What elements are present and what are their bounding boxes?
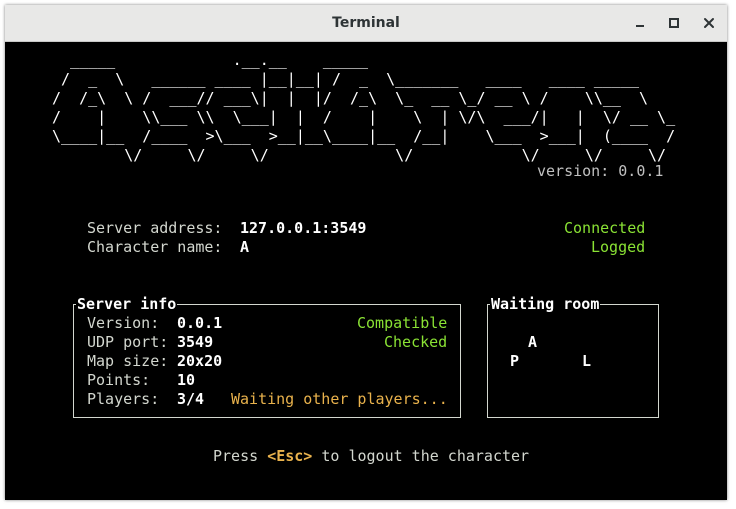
server-address-value: 127.0.0.1:3549 [240,219,367,237]
udp-port-value: 3549 [177,333,214,351]
minimize-icon [636,25,644,27]
player-l: L [582,352,592,370]
points-value: 10 [177,371,196,389]
ascii-art-logo: _____ .__.__ _____ / _ \ ______ ____ |__… [52,51,676,164]
version-value: 0.0.1 [177,314,223,332]
player-a: A [528,333,538,351]
esc-key-hint: <Esc> [267,447,313,465]
map-size-label: Map size: [87,352,169,370]
udp-port-status: Checked [384,333,448,351]
points-label: Points: [87,371,151,389]
character-name-value: A [240,238,250,256]
close-button[interactable] [698,12,720,34]
logout-hint-prefix: Press [213,447,268,465]
window-title: Terminal [332,15,400,31]
server-info-title: Server info [76,295,178,314]
minimize-button[interactable] [629,12,651,34]
logout-hint: Press <Esc> to logout the character [213,447,529,466]
connection-status: Connected [564,219,646,237]
logout-hint-suffix: to logout the character [312,447,530,465]
login-status: Logged [591,238,646,256]
maximize-icon [669,18,679,28]
waiting-room-title: Waiting room [490,295,601,314]
version-status: Compatible [357,314,448,332]
character-name-label: Character name: [87,238,223,256]
map-size-value: 20x20 [177,352,223,370]
udp-port-label: UDP port: [87,333,169,351]
terminal-content[interactable]: _____ .__.__ _____ / _ \ ______ ____ |__… [5,42,727,500]
players-value: 3/4 [177,390,205,408]
maximize-button[interactable] [663,12,685,34]
version-label: Version: [87,314,160,332]
players-label: Players: [87,390,160,408]
terminal-window: Terminal _____ .__.__ _____ / _ \ ______… [5,5,727,500]
player-p: P [510,352,520,370]
server-address-label: Server address: [87,219,223,237]
close-icon [704,18,714,28]
players-status: Waiting other players... [231,390,448,408]
title-bar[interactable]: Terminal [5,5,727,42]
version-text: version: 0.0.1 [537,162,664,180]
